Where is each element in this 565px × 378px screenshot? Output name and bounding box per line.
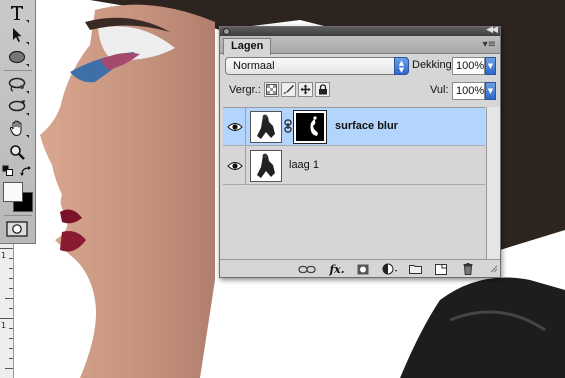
fill-input[interactable]: 100% bbox=[452, 82, 485, 100]
layer-thumbnail[interactable] bbox=[250, 111, 282, 143]
lock-pixels-brush-icon[interactable] bbox=[281, 82, 296, 97]
panel-tab-row: Lagen ▾≡ bbox=[220, 36, 500, 55]
close-panel-button[interactable] bbox=[223, 28, 230, 35]
lock-label: Vergr.: bbox=[229, 84, 261, 96]
panel-titlebar[interactable]: ◀◀ bbox=[220, 25, 500, 36]
zoom-tool-icon[interactable] bbox=[5, 141, 29, 163]
lock-transparency-icon[interactable] bbox=[264, 82, 279, 97]
layer-name[interactable]: laag 1 bbox=[289, 159, 319, 171]
quick-mask-icon[interactable] bbox=[5, 218, 29, 240]
collapse-panel-icon[interactable]: ◀◀ bbox=[486, 25, 498, 35]
resize-grip-icon[interactable] bbox=[490, 264, 498, 276]
layers-scrollbar[interactable] bbox=[486, 107, 500, 259]
visibility-eye-icon[interactable] bbox=[224, 147, 246, 185]
type-tool-icon[interactable] bbox=[5, 2, 29, 24]
ruler-number: 1 bbox=[1, 251, 7, 260]
vertical-ruler: 1 1 bbox=[0, 244, 14, 378]
layer-row-laag-1[interactable]: laag 1 bbox=[223, 147, 485, 185]
layer-list: surface blur laag 1 bbox=[223, 107, 485, 259]
fill-label: Vul: bbox=[430, 84, 449, 96]
lock-position-move-icon[interactable] bbox=[298, 82, 313, 97]
swap-colors-icon[interactable] bbox=[19, 164, 33, 178]
hand-tool-icon[interactable] bbox=[5, 117, 29, 139]
layer-name[interactable]: surface blur bbox=[335, 120, 398, 132]
layer-mask-thumbnail[interactable] bbox=[293, 110, 327, 144]
visibility-eye-icon[interactable] bbox=[224, 108, 246, 146]
layer-thumbnail[interactable] bbox=[250, 150, 282, 182]
fill-dropdown-icon[interactable]: ▼ bbox=[485, 82, 496, 100]
ellipse-shape-icon[interactable] bbox=[5, 46, 29, 68]
opacity-input[interactable]: 100% bbox=[452, 57, 485, 75]
rotate-view-icon[interactable] bbox=[5, 95, 29, 117]
path-selection-icon[interactable] bbox=[5, 24, 29, 46]
tab-layers[interactable]: Lagen bbox=[223, 38, 272, 55]
delete-layer-icon[interactable] bbox=[462, 263, 474, 275]
new-group-icon[interactable] bbox=[408, 263, 422, 275]
add-mask-icon[interactable] bbox=[356, 263, 370, 275]
lock-all-icon[interactable] bbox=[315, 82, 330, 97]
panel-menu-icon[interactable]: ▾≡ bbox=[483, 39, 496, 50]
select-arrows-icon: ▲ ▼ bbox=[394, 57, 409, 75]
foreground-color-swatch[interactable] bbox=[3, 182, 23, 202]
link-layers-icon[interactable] bbox=[298, 263, 316, 275]
blend-mode-select[interactable]: Normaal ▲ ▼ bbox=[225, 57, 409, 75]
mask-link-chain-icon[interactable] bbox=[284, 119, 292, 136]
layer-style-fx-icon[interactable]: fx. bbox=[328, 263, 346, 276]
new-layer-icon[interactable] bbox=[434, 263, 448, 275]
default-colors-icon[interactable] bbox=[1, 164, 15, 178]
layer-row-surface-blur[interactable]: surface blur bbox=[223, 108, 485, 146]
opacity-label: Dekking: bbox=[412, 59, 455, 71]
lasso-tool-icon[interactable] bbox=[5, 73, 29, 95]
color-swatches[interactable] bbox=[3, 182, 33, 212]
opacity-dropdown-icon[interactable]: ▼ bbox=[485, 57, 496, 75]
ruler-number: 1 bbox=[1, 321, 7, 330]
layers-panel: ◀◀ Lagen ▾≡ Normaal ▲ ▼ Dekking: 100% ▼ V… bbox=[219, 25, 501, 278]
adjustment-layer-icon[interactable] bbox=[382, 263, 398, 275]
blend-mode-value: Normaal bbox=[233, 60, 275, 72]
tools-panel bbox=[0, 0, 36, 244]
panel-footer: fx. bbox=[220, 259, 500, 277]
